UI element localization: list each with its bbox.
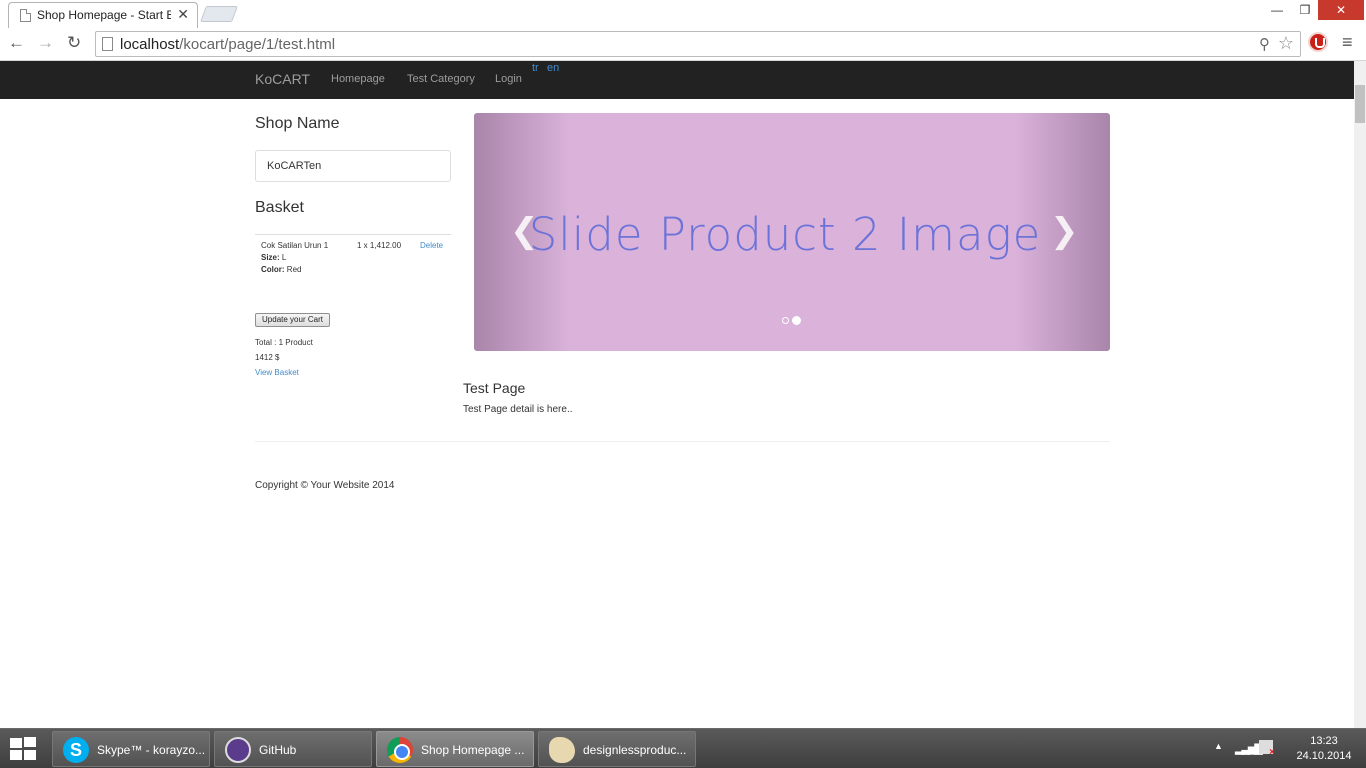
carousel-indicator-1[interactable] [782, 317, 789, 324]
taskbar-item-skype[interactable]: S Skype™ - korayzo... [52, 731, 210, 767]
language-tr-link[interactable]: tr [532, 62, 539, 74]
start-button[interactable] [10, 737, 38, 761]
chrome-icon [387, 737, 413, 763]
windows-logo-pane [24, 750, 36, 760]
github-icon [225, 737, 251, 763]
taskbar-item-chrome[interactable]: Shop Homepage ... [376, 731, 534, 767]
basket-divider [255, 234, 451, 235]
window-close-button[interactable]: ✕ [1318, 0, 1364, 20]
taskbar-item-paint[interactable]: designlessproduc... [538, 731, 696, 767]
url-path: /kocart/page/1/test.html [179, 36, 336, 53]
site-navbar: KoCART Homepage Test Category Login tr e… [0, 61, 1354, 99]
browser-toolbar: ← → ↻ localhost/kocart/page/1/test.html … [0, 28, 1366, 61]
basket-item-color: Color: Red [261, 265, 301, 274]
windows-logo-pane [24, 737, 36, 747]
page-viewport: KoCART Homepage Test Category Login tr e… [0, 61, 1366, 728]
show-hidden-icons-icon[interactable]: ▲ [1214, 741, 1223, 751]
nav-login-link[interactable]: Login [495, 73, 522, 85]
carousel-indicator-2-active[interactable] [792, 316, 801, 325]
view-basket-link[interactable]: View Basket [255, 368, 299, 377]
basket-total-products: Total : 1 Product [255, 338, 313, 347]
size-value: L [281, 253, 287, 262]
url-host: localhost [120, 36, 180, 53]
taskbar-item-label: Shop Homepage ... [421, 743, 525, 757]
taskbar-item-label: Skype™ - korayzo... [97, 743, 206, 757]
footer-divider [255, 441, 1110, 442]
browser-tab[interactable]: Shop Homepage - Start Bo ✕ [8, 2, 198, 28]
search-icon[interactable]: ⚲ [1259, 35, 1270, 53]
carousel-prev-icon[interactable]: ❮ [510, 211, 539, 251]
scrollbar-thumb[interactable] [1355, 85, 1365, 123]
forward-arrow-icon[interactable]: → [37, 33, 54, 53]
clock-time: 13:23 [1310, 735, 1338, 747]
network-signal-icon[interactable]: ▂▃▅▇ [1235, 742, 1263, 755]
nav-test-category-link[interactable]: Test Category [407, 73, 475, 85]
windows-taskbar: S Skype™ - korayzo... GitHub Shop Homepa… [0, 728, 1366, 768]
footer-copyright: Copyright © Your Website 2014 [255, 480, 395, 491]
slide-image-text: Slide Product 2 Image [528, 208, 1042, 261]
brand-link[interactable]: KoCART [255, 71, 310, 87]
basket-item-quantity-price: 1 x 1,412.00 [357, 241, 402, 250]
close-tab-icon[interactable]: ✕ [177, 6, 189, 23]
carousel-indicators [782, 316, 806, 326]
url-text[interactable]: localhost/kocart/page/1/test.html [120, 36, 335, 53]
taskbar-item-label: GitHub [259, 743, 297, 757]
tab-title: Shop Homepage - Start Bo [37, 8, 171, 22]
maximize-button[interactable]: ❐ [1292, 0, 1318, 20]
shop-name-panel: KoCARTen [255, 150, 451, 182]
page-icon [102, 37, 113, 51]
back-arrow-icon[interactable]: ← [8, 33, 25, 53]
address-bar[interactable]: localhost/kocart/page/1/test.html ⚲ ☆ [95, 31, 1301, 57]
windows-logo-pane [10, 750, 22, 760]
taskbar-item-label: designlessproduc... [583, 743, 687, 757]
basket-total-amount: 1412 $ [255, 353, 280, 362]
page-detail-text: Test Page detail is here.. [463, 404, 573, 415]
reload-icon[interactable]: ↻ [67, 33, 81, 53]
update-cart-button[interactable]: Update your Cart [255, 313, 330, 327]
paint-icon [549, 737, 575, 763]
system-clock[interactable]: 13:23 24.10.2014 [1296, 734, 1352, 764]
nav-homepage-link[interactable]: Homepage [331, 73, 385, 85]
new-tab-button[interactable] [200, 6, 238, 22]
basket-item-delete-link[interactable]: Delete [420, 241, 443, 250]
basket-heading: Basket [255, 199, 304, 216]
page-icon [20, 9, 31, 22]
taskbar-item-github[interactable]: GitHub [214, 731, 372, 767]
browser-menu-icon[interactable]: ≡ [1342, 32, 1353, 53]
page-scrollbar[interactable] [1354, 61, 1366, 728]
product-carousel: Slide Product 2 Image ❮ ❯ [474, 113, 1110, 351]
basket-item-name: Cok Satilan Urun 1 [261, 241, 329, 250]
browser-tab-strip: Shop Homepage - Start Bo ✕ — ❐ ✕ [0, 0, 1366, 28]
carousel-next-icon[interactable]: ❯ [1050, 211, 1079, 251]
skype-icon: S [63, 737, 89, 763]
page-title: Test Page [463, 380, 526, 396]
color-label: Color: [261, 265, 285, 274]
adblock-extension-icon[interactable] [1308, 32, 1328, 52]
color-value: Red [286, 265, 302, 274]
minimize-button[interactable]: — [1264, 0, 1290, 20]
language-en-link[interactable]: en [547, 62, 559, 74]
shop-name-heading: Shop Name [255, 115, 340, 132]
bookmark-star-icon[interactable]: ☆ [1278, 33, 1294, 54]
action-center-flag-icon[interactable] [1259, 740, 1275, 758]
basket-item-size: Size: L [261, 253, 286, 262]
windows-logo-pane [10, 738, 22, 748]
size-label: Size: [261, 253, 280, 262]
clock-date: 24.10.2014 [1296, 750, 1352, 762]
